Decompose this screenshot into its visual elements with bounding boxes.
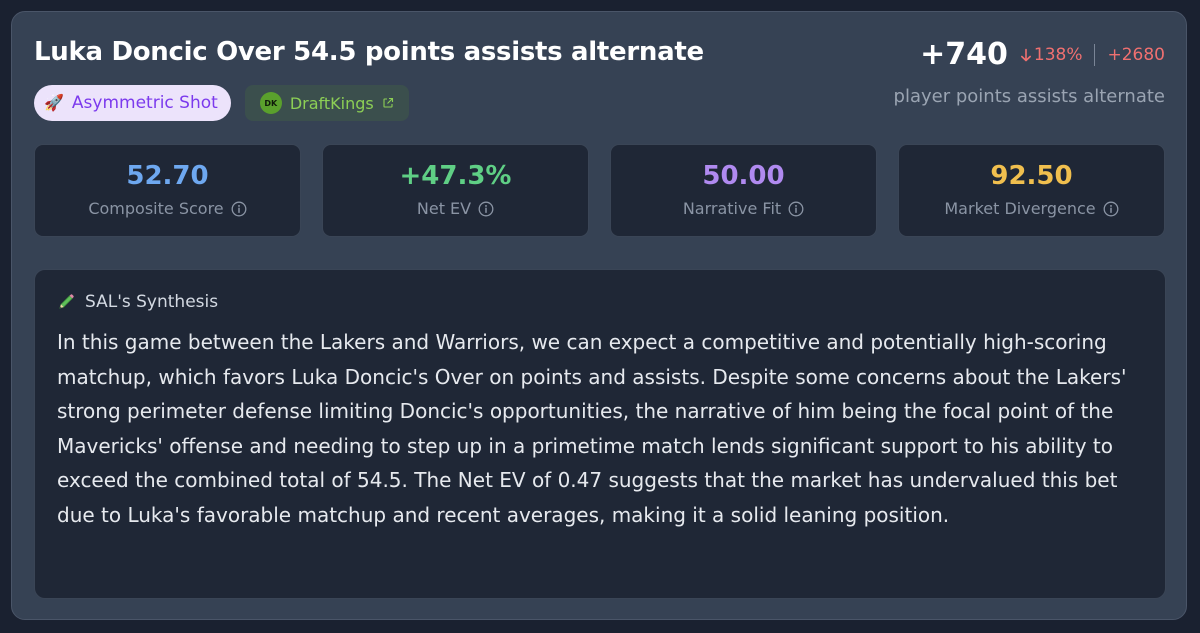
- metric-label-row: Narrative Fit: [683, 199, 804, 218]
- synthesis-panel: SAL's Synthesis In this game between the…: [34, 269, 1166, 599]
- metric-label-row: Composite Score: [88, 199, 247, 218]
- market-label: player points assists alternate: [893, 86, 1165, 107]
- external-link-icon: [383, 97, 393, 108]
- bet-card: Luka Doncic Over 54.5 points assists alt…: [11, 11, 1187, 620]
- badge-row: 🚀 Asymmetric Shot DK DraftKings: [34, 85, 409, 121]
- metric-value: 52.70: [126, 161, 209, 191]
- metric-net-ev: +47.3% Net EV: [322, 144, 589, 237]
- synthesis-header: SAL's Synthesis: [57, 292, 1143, 312]
- rocket-icon: 🚀: [44, 93, 64, 112]
- info-icon[interactable]: [231, 201, 247, 217]
- odds-change: 138%: [1020, 45, 1083, 65]
- metric-composite-score: 52.70 Composite Score: [34, 144, 301, 237]
- metric-market-divergence: 92.50 Market Divergence: [898, 144, 1165, 237]
- metric-value: +47.3%: [399, 161, 512, 191]
- arrow-down-icon: [1020, 48, 1031, 62]
- odds-change-value: 138%: [1033, 45, 1083, 65]
- odds-divider: [1094, 44, 1096, 66]
- info-icon[interactable]: [478, 201, 494, 217]
- metric-value: 50.00: [702, 161, 785, 191]
- bet-type-label: Asymmetric Shot: [71, 93, 218, 113]
- metric-label-row: Net EV: [417, 199, 494, 218]
- metric-label-row: Market Divergence: [944, 199, 1119, 218]
- previous-odds: +2680: [1107, 45, 1165, 65]
- synthesis-text: In this game between the Lakers and Warr…: [57, 330, 1127, 527]
- metric-label: Narrative Fit: [682, 199, 782, 218]
- metrics-row: 52.70 Composite Score +47.3% Net EV 50.0…: [34, 144, 1165, 237]
- current-odds: +740: [920, 37, 1008, 72]
- bet-title: Luka Doncic Over 54.5 points assists alt…: [34, 37, 704, 67]
- bet-type-badge[interactable]: 🚀 Asymmetric Shot: [34, 85, 231, 121]
- metric-narrative-fit: 50.00 Narrative Fit: [610, 144, 877, 237]
- metric-label: Market Divergence: [944, 199, 1096, 218]
- synthesis-title: SAL's Synthesis: [85, 292, 219, 312]
- draftkings-logo: DK: [259, 92, 282, 114]
- metric-label: Net EV: [416, 199, 472, 218]
- sportsbook-label: DraftKings: [289, 93, 374, 113]
- pencil-icon: [59, 294, 74, 309]
- metric-value: 92.50: [990, 161, 1073, 191]
- odds-block: +740 138% +2680 player points assists al…: [893, 40, 1165, 108]
- info-icon[interactable]: [1103, 201, 1119, 217]
- info-icon[interactable]: [788, 201, 804, 217]
- sportsbook-link[interactable]: DK DraftKings: [244, 85, 409, 121]
- odds-row: +740 138% +2680: [894, 40, 1165, 70]
- metric-label: Composite Score: [88, 199, 224, 218]
